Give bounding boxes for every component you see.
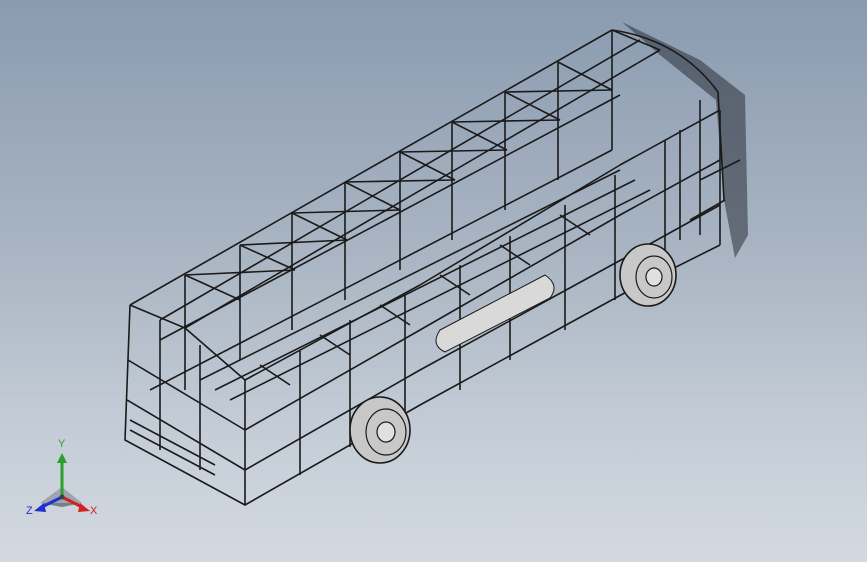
chassis-beam-inner (214, 179, 636, 391)
x-axis-arrow (78, 503, 90, 512)
z-axis-arrow (34, 503, 46, 512)
graphics-viewport[interactable]: Y X Z (0, 0, 867, 562)
coordinate-triad: Y X Z (20, 439, 110, 530)
far-side-rails (149, 94, 621, 391)
chassis-beam-left (199, 169, 621, 381)
z-axis-label: Z (26, 505, 33, 517)
bus-frame-model[interactable] (0, 0, 867, 562)
chassis-beam-right (229, 189, 651, 401)
model-shadow (622, 22, 748, 258)
y-axis-label: Y (58, 438, 66, 450)
rear-wheel (619, 243, 677, 307)
front-wheel (349, 396, 411, 464)
front-end-bars (126, 320, 246, 476)
x-axis-label: X (90, 505, 98, 517)
y-axis-arrow (57, 453, 67, 463)
roof-left-rail (129, 29, 613, 306)
roof-front-cap (129, 304, 186, 329)
